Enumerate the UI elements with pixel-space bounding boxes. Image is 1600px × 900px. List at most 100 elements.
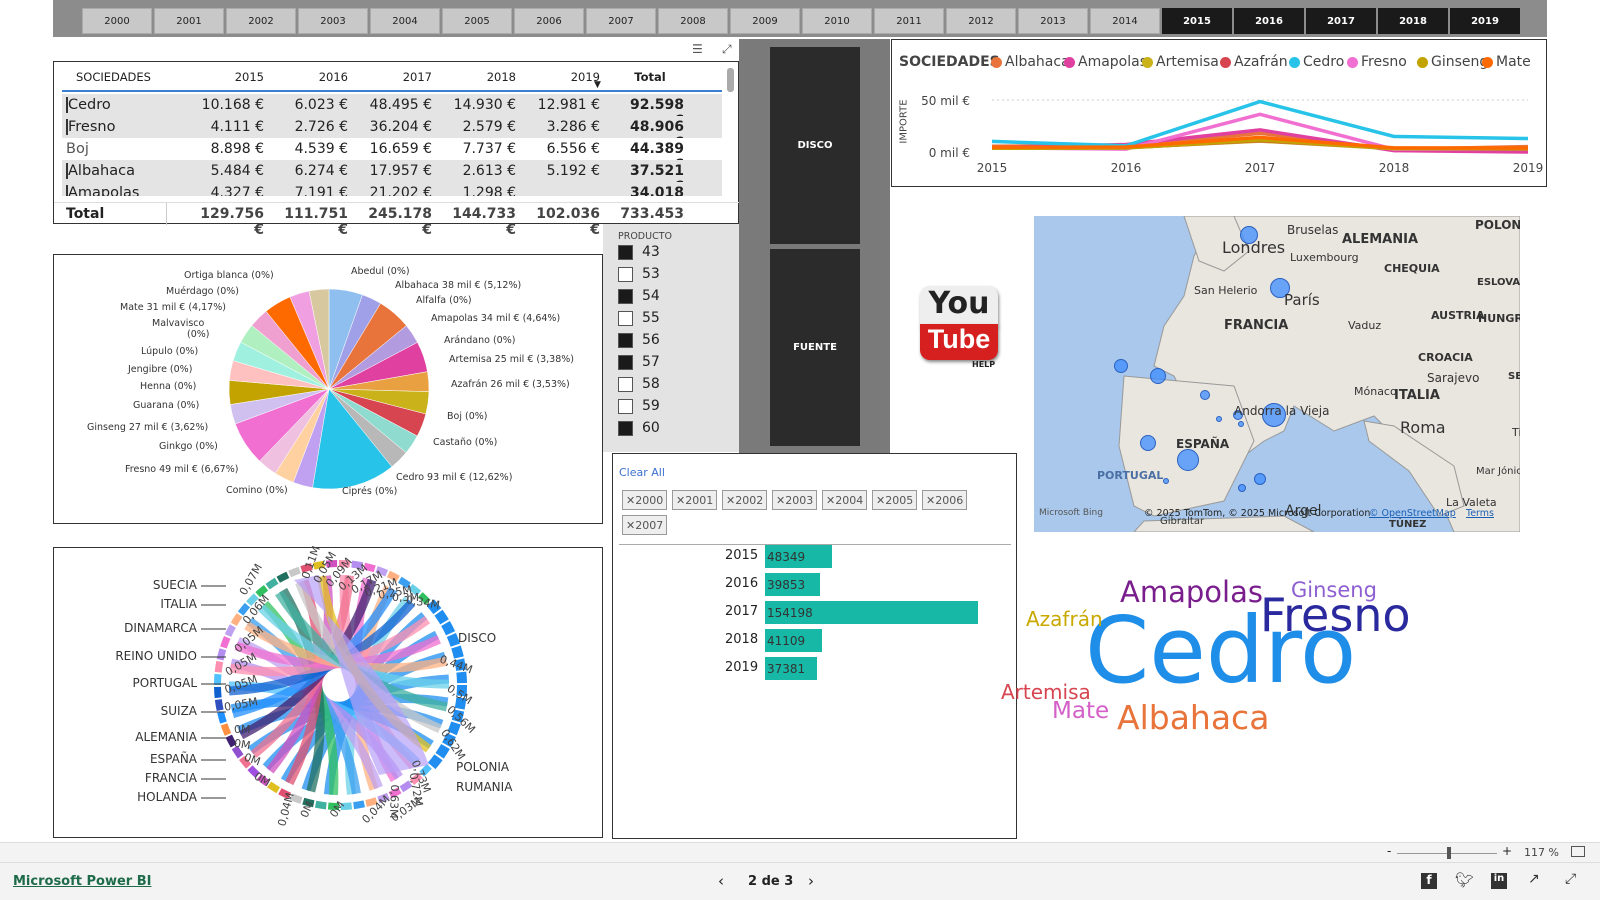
product-item[interactable]: 55 — [618, 310, 660, 326]
focus-mode-icon[interactable]: ⤢ — [722, 42, 732, 57]
product-item[interactable]: 54 — [618, 288, 660, 304]
osm-link[interactable]: © OpenStreetMap — [1369, 508, 1456, 519]
bar-2019[interactable]: 37381 — [765, 657, 817, 680]
chord-arc[interactable] — [216, 648, 227, 661]
year-2007-button[interactable]: 2007 — [586, 8, 656, 34]
filter-chip-2004[interactable]: ✕ 2004 — [822, 490, 868, 510]
linkedin-icon[interactable]: in — [1491, 873, 1507, 889]
filter-icon[interactable]: ☰ — [692, 42, 703, 56]
product-checkbox[interactable] — [618, 266, 633, 282]
filter-chip-2001[interactable]: ✕ 2001 — [672, 490, 718, 510]
chord-arc[interactable] — [265, 577, 279, 590]
product-item[interactable]: 58 — [618, 376, 660, 392]
clear-all-button[interactable]: Clear All — [619, 466, 665, 479]
word-mate[interactable]: Mate — [1052, 698, 1109, 724]
map-bubble[interactable] — [1238, 421, 1244, 427]
product-item[interactable]: 53 — [618, 266, 660, 282]
facebook-icon[interactable]: f — [1421, 873, 1437, 889]
map-bubble[interactable] — [1163, 478, 1169, 484]
year-2016-button[interactable]: 2016 — [1234, 8, 1304, 34]
chord-arc[interactable] — [427, 754, 443, 770]
product-checkbox[interactable] — [618, 420, 633, 436]
col-header-2016[interactable]: 2016 — [280, 70, 348, 84]
col-header-2018[interactable]: 2018 — [448, 70, 516, 84]
year-2004-button[interactable]: 2004 — [370, 8, 440, 34]
bar-2015[interactable]: 48349 — [765, 545, 832, 568]
share-icon[interactable]: ↗ — [1528, 871, 1540, 887]
col-header-2015[interactable]: 2015 — [196, 70, 264, 84]
map-bubble[interactable] — [1177, 449, 1199, 471]
year-2005-button[interactable]: 2005 — [442, 8, 512, 34]
chord-arc[interactable] — [276, 571, 290, 583]
bar-2016[interactable]: 39853 — [765, 573, 820, 596]
remove-chip-icon[interactable]: ✕ — [776, 494, 785, 507]
remove-chip-icon[interactable]: ✕ — [826, 494, 835, 507]
year-2010-button[interactable]: 2010 — [802, 8, 872, 34]
chord-arc[interactable] — [220, 723, 232, 736]
fit-page-icon[interactable] — [1571, 846, 1585, 857]
year-2008-button[interactable]: 2008 — [658, 8, 728, 34]
product-item[interactable]: 60 — [618, 420, 660, 436]
prev-page-icon[interactable]: ‹ — [718, 872, 724, 890]
map-bubble[interactable] — [1200, 390, 1210, 400]
word-amapolas[interactable]: Amapolas — [1120, 575, 1263, 609]
year-2018-button[interactable]: 2018 — [1378, 8, 1448, 34]
word-cloud[interactable]: Cedro Fresno Amapolas Albahaca Ginseng Azafrá… — [1000, 570, 1460, 750]
pie-chart[interactable] — [54, 255, 604, 525]
filter-chip-2003[interactable]: ✕ 2003 — [772, 490, 818, 510]
remove-chip-icon[interactable]: ✕ — [926, 494, 935, 507]
product-checkbox[interactable] — [618, 354, 633, 370]
year-2006-button[interactable]: 2006 — [514, 8, 584, 34]
filter-chip-2000[interactable]: ✕ 2000 — [622, 490, 668, 510]
product-item[interactable]: 43 — [618, 244, 660, 260]
matrix-scrollbar[interactable] — [727, 68, 734, 92]
product-checkbox[interactable] — [618, 244, 633, 260]
fuente-button[interactable]: FUENTE — [770, 249, 860, 446]
chord-arc[interactable] — [434, 609, 449, 625]
product-checkbox[interactable] — [618, 376, 633, 392]
youtube-help-logo[interactable]: You Tube HELP — [920, 286, 998, 378]
chord-arc[interactable] — [220, 635, 231, 649]
col-header-2017[interactable]: 2017 — [364, 70, 432, 84]
word-albahaca[interactable]: Albahaca — [1117, 698, 1269, 737]
year-2002-button[interactable]: 2002 — [226, 8, 296, 34]
remove-chip-icon[interactable]: ✕ — [726, 494, 735, 507]
filter-chip-2005[interactable]: ✕ 2005 — [872, 490, 918, 510]
fullscreen-icon[interactable]: ⤢ — [1565, 871, 1576, 887]
chord-arc[interactable] — [314, 800, 327, 810]
chord-arc[interactable] — [353, 800, 365, 810]
chord-arc[interactable] — [214, 673, 222, 685]
year-2017-button[interactable]: 2017 — [1306, 8, 1376, 34]
sort-desc-icon[interactable]: ▼ — [594, 80, 601, 90]
year-2011-button[interactable]: 2011 — [874, 8, 944, 34]
power-bi-link[interactable]: Microsoft Power BI — [13, 874, 151, 889]
bar-2017[interactable]: 154198 — [765, 601, 978, 624]
zoom-out-button[interactable]: - — [1387, 844, 1391, 858]
map-bubble[interactable] — [1140, 435, 1156, 451]
matrix-row[interactable]: Fresno 4.111 € 2.726 € 36.204 € 2.579 € 3.286… — [62, 116, 722, 151]
word-azafrán[interactable]: Azafrán — [1026, 607, 1103, 631]
chord-arc[interactable] — [214, 686, 222, 699]
map-bubble[interactable] — [1216, 416, 1222, 422]
next-page-icon[interactable]: › — [808, 872, 814, 890]
year-2019-button[interactable]: 2019 — [1450, 8, 1520, 34]
product-checkbox[interactable] — [618, 288, 633, 304]
map-bubble[interactable] — [1238, 484, 1246, 492]
product-checkbox[interactable] — [618, 332, 633, 348]
product-checkbox[interactable] — [618, 310, 633, 326]
map-bubble[interactable] — [1114, 359, 1128, 373]
map-visual[interactable]: POLON Londres Bruselas ALEMANIA Luxembourg CH… — [1034, 216, 1520, 532]
year-2014-button[interactable]: 2014 — [1090, 8, 1160, 34]
col-header-sociedades[interactable]: SOCIEDADES — [76, 70, 151, 84]
zoom-in-button[interactable]: + — [1502, 844, 1512, 858]
matrix-row[interactable]: Cedro 10.168 € 6.023 € 48.495 € 14.930 € 12.9… — [62, 94, 722, 129]
map-bubble[interactable] — [1254, 473, 1266, 485]
remove-chip-icon[interactable]: ✕ — [626, 494, 635, 507]
product-item[interactable]: 56 — [618, 332, 660, 348]
product-item[interactable]: 57 — [618, 354, 660, 370]
remove-chip-icon[interactable]: ✕ — [676, 494, 685, 507]
disco-button[interactable]: DISCO — [770, 47, 860, 244]
year-2009-button[interactable]: 2009 — [730, 8, 800, 34]
year-2001-button[interactable]: 2001 — [154, 8, 224, 34]
year-2000-button[interactable]: 2000 — [82, 8, 152, 34]
